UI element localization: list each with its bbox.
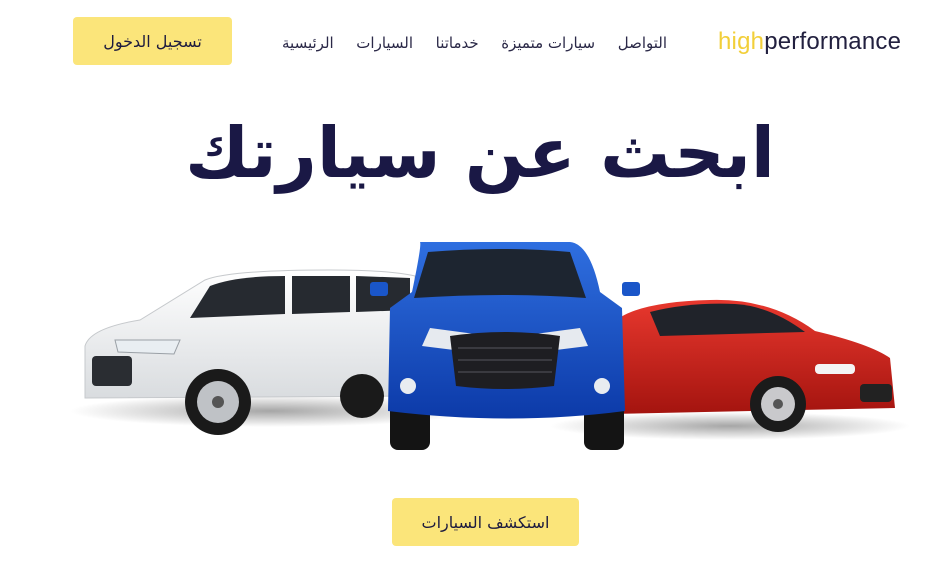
nav-item-home[interactable]: الرئيسية (282, 34, 334, 52)
nav-item-contact[interactable]: التواصل (618, 34, 667, 52)
blue-suv-image (370, 242, 640, 450)
nav-item-featured-cars[interactable]: سيارات متميزة (501, 34, 595, 52)
hero-title: ابحث عن سيارتك (185, 112, 775, 194)
site-header: تسجيل الدخول الرئيسية السيارات خدماتنا س… (0, 0, 947, 84)
site-logo[interactable]: highperformance (718, 28, 901, 56)
logo-performance-text: performance (764, 28, 902, 55)
red-sedan-image (610, 299, 895, 432)
logo-high-text: high (718, 28, 765, 55)
explore-cars-button[interactable]: استكشف السيارات (392, 498, 579, 546)
nav-item-services[interactable]: خدماتنا (436, 34, 479, 52)
login-button[interactable]: تسجيل الدخول (73, 17, 232, 65)
nav-item-cars[interactable]: السيارات (356, 34, 413, 52)
main-nav: الرئيسية السيارات خدماتنا سيارات متميزة … (282, 30, 667, 56)
hero-cars-image (70, 242, 910, 450)
